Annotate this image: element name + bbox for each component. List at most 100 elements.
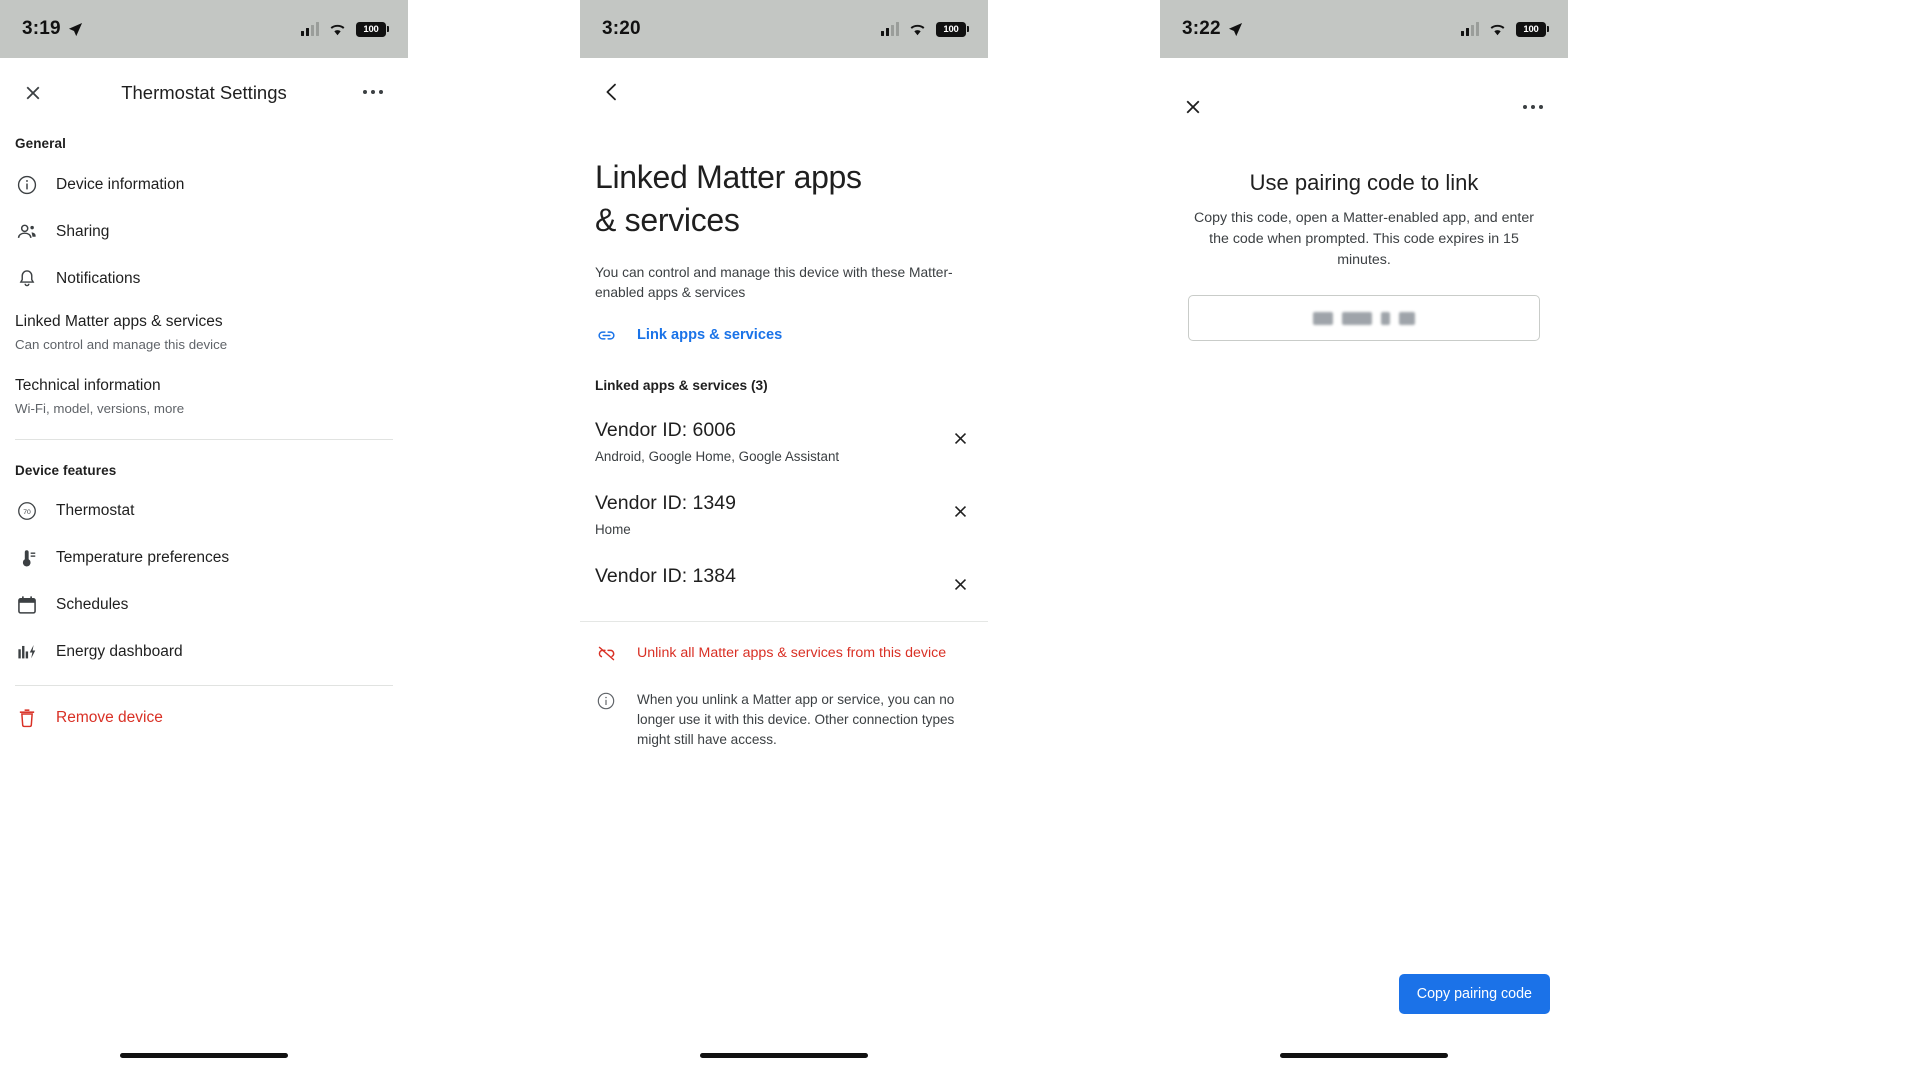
vendor-text: Vendor ID: 6006 Android, Google Home, Go… [595, 419, 947, 464]
row-label: Temperature preferences [56, 549, 230, 567]
panel-thermostat-settings: 3:19 100 Thermostat Settings General Dev… [0, 0, 408, 1080]
panel2-topbar [580, 62, 988, 122]
vendor-subtitle: Android, Google Home, Google Assistant [595, 449, 840, 465]
calendar-icon [15, 594, 38, 617]
page-title: Thermostat Settings [121, 82, 287, 103]
table-row: Vendor ID: 6006 Android, Google Home, Go… [580, 397, 988, 470]
page-title-line2: & services [595, 201, 740, 238]
link-off-icon [595, 642, 617, 664]
panel-linked-matter-apps: 3:20 100 Linked Matter apps & services Y… [580, 0, 988, 1080]
page-subtitle: You can control and manage this device w… [595, 265, 953, 300]
row-thermostat[interactable]: 70 Thermostat [0, 488, 408, 535]
location-arrow-icon [68, 22, 83, 37]
more-options-icon[interactable] [1516, 90, 1550, 124]
close-icon[interactable] [1176, 90, 1210, 124]
status-time: 3:19 [22, 18, 61, 39]
pairing-code-field[interactable] [1188, 295, 1540, 342]
row-label: Energy dashboard [56, 643, 183, 661]
status-time: 3:22 [1182, 18, 1221, 39]
screenshot-stage: 3:19 100 Thermostat Settings General Dev… [0, 0, 1920, 1080]
info-text: When you unlink a Matter app or service,… [637, 692, 955, 747]
bell-icon [15, 267, 38, 290]
status-left: 3:19 [22, 18, 83, 40]
panel1-topbar: Thermostat Settings [0, 64, 408, 122]
status-left: 3:22 [1182, 18, 1243, 40]
more-options-icon[interactable] [356, 75, 390, 109]
home-indicator [1280, 1053, 1448, 1058]
row-label: Device information [56, 175, 185, 193]
status-right: 100 [880, 21, 969, 37]
row-remove-device[interactable]: Remove device [0, 695, 408, 742]
panel3-topbar [1160, 76, 1568, 138]
vendor-title: Vendor ID: 1384 [595, 565, 736, 588]
divider [15, 684, 393, 686]
energy-chart-icon [15, 641, 38, 664]
panel-pairing-code: 3:22 100 Use pairing code to link Copy t… [1160, 0, 1568, 1080]
block-subtitle: Wi-Fi, model, versions, more [15, 400, 185, 416]
link-apps-and-services-action[interactable]: Link apps & services [580, 302, 988, 354]
status-bar-panel1: 3:19 100 [0, 0, 408, 58]
link-apps-label: Link apps & services [637, 327, 783, 344]
vendor-title: Vendor ID: 6006 [595, 419, 736, 442]
status-right: 100 [1460, 21, 1549, 37]
status-left: 3:20 [602, 18, 641, 40]
panel3-sheet: Use pairing code to link Copy this code,… [1160, 58, 1568, 1080]
row-label: Sharing [56, 222, 110, 240]
table-row: Vendor ID: 1349 Home [580, 470, 988, 543]
block-title: Linked Matter apps & services [15, 313, 223, 330]
unlink-all-action[interactable]: Unlink all Matter apps & services from t… [580, 622, 988, 668]
svg-text:70: 70 [23, 509, 31, 516]
row-label: Notifications [56, 269, 141, 287]
block-technical-information[interactable]: Technical information Wi-Fi, model, vers… [0, 366, 408, 430]
battery-indicator: 100 [356, 21, 389, 37]
home-indicator [700, 1053, 868, 1058]
row-sharing[interactable]: Sharing [0, 208, 408, 255]
info-circle-icon [15, 173, 38, 196]
copy-pairing-code-button[interactable]: Copy pairing code [1398, 974, 1550, 1014]
vendor-subtitle: Home [595, 522, 631, 538]
row-label: Thermostat [56, 502, 135, 520]
wifi-icon [328, 22, 347, 36]
page-title: Linked Matter apps & services [595, 156, 970, 241]
row-notifications[interactable]: Notifications [0, 255, 408, 302]
chevron-left-icon[interactable] [595, 75, 629, 109]
row-label: Remove device [56, 709, 163, 727]
status-time: 3:20 [602, 18, 641, 39]
page-title: Use pairing code to link [1249, 170, 1479, 195]
page-description: Copy this code, open a Matter-enabled ap… [1194, 210, 1534, 269]
row-temperature-preferences[interactable]: Temperature preferences [0, 535, 408, 582]
location-arrow-icon [1228, 22, 1243, 37]
thermometer-icon [15, 547, 38, 570]
block-subtitle: Can control and manage this device [15, 336, 228, 352]
wifi-icon [908, 22, 927, 36]
pairing-code-body: Use pairing code to link Copy this code,… [1160, 138, 1568, 342]
block-linked-matter-apps[interactable]: Linked Matter apps & services Can contro… [0, 302, 408, 366]
row-energy-dashboard[interactable]: Energy dashboard [0, 629, 408, 676]
row-device-information[interactable]: Device information [0, 161, 408, 208]
wifi-icon [1488, 22, 1507, 36]
people-icon [15, 220, 38, 243]
block-title: Technical information [15, 376, 161, 394]
close-icon[interactable] [16, 76, 50, 110]
page-title-line1: Linked Matter apps [595, 159, 862, 195]
status-bar-panel3: 3:22 100 [1160, 0, 1568, 58]
row-schedules[interactable]: Schedules [0, 582, 408, 629]
cellular-signal-icon [300, 22, 319, 36]
divider [15, 438, 393, 440]
status-bar-panel2: 3:20 100 [580, 0, 988, 58]
code-chunk [1381, 311, 1390, 325]
code-chunk [1313, 311, 1333, 325]
unlink-label: Unlink all Matter apps & services from t… [637, 645, 947, 662]
trash-icon [15, 707, 38, 730]
cellular-signal-icon [880, 22, 899, 36]
battery-indicator: 100 [1516, 21, 1549, 37]
close-icon[interactable] [947, 425, 973, 451]
close-icon[interactable] [947, 571, 973, 597]
status-right: 100 [300, 21, 389, 37]
section-device-features-label: Device features [15, 462, 117, 478]
panel2-sheet: Linked Matter apps & services You can co… [580, 58, 988, 1080]
home-indicator [120, 1053, 288, 1058]
info-circle-icon [595, 690, 617, 712]
vendor-text: Vendor ID: 1349 Home [595, 492, 947, 537]
close-icon[interactable] [947, 498, 973, 524]
